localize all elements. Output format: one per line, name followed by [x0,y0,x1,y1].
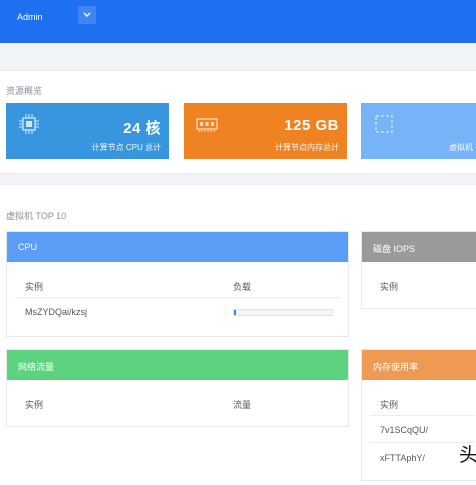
network-col-traffic: 流量 [233,400,252,410]
cpu-top-box: CPU 实例 负载 MsZYDQai/kzsj [6,231,349,337]
cpu-total-label: 计算节点 CPU 总计 [91,143,161,152]
resource-overview-title: 资源概览 [6,86,43,96]
cpu-load-bar [233,309,333,316]
memory-total-card[interactable]: 125 GB 计算节点内存总计 [184,103,347,159]
iops-box-title: 磁盘 IOPS [373,244,416,254]
user-name[interactable]: Admin [17,12,43,22]
memory-box-header: 内存使用率 [362,350,476,380]
network-box-title: 网络流量 [18,362,55,372]
cpu-row-instance[interactable]: MsZYDQai/kzsj [25,307,87,317]
memory-row-instance[interactable]: 7v1SCqQU/ [380,425,428,435]
memory-col-instance: 实例 [380,400,399,410]
cpu-icon [19,114,39,134]
cpu-col-load: 负载 [233,282,252,292]
user-dropdown-button[interactable] [78,6,96,24]
table-divider [370,415,474,416]
iops-col-instance: 实例 [380,282,399,292]
vm-total-card[interactable]: 虚拟机 [361,103,476,159]
iops-top-box: 磁盘 IOPS 实例 [361,231,476,309]
vm-total-label: 虚拟机 [449,143,473,152]
network-top-box: 网络流量 实例 流量 [6,349,349,427]
memory-icon [196,118,218,132]
memory-box-title: 内存使用率 [373,362,419,372]
storage-icon [375,115,393,133]
network-box-header: 网络流量 [7,350,348,380]
top-navbar: Admin [0,0,476,43]
memory-total-label: 计算节点内存总计 [275,143,339,152]
memory-row-instance[interactable]: xFTTAphY/ [380,453,425,463]
cpu-total-card[interactable]: 24 核 计算节点 CPU 总计 [6,103,169,159]
cpu-col-instance: 实例 [25,282,44,292]
cpu-load-fill [234,310,236,315]
memory-total-value: 125 GB [284,117,339,134]
cpu-box-title: CPU [18,242,38,252]
iops-box-header: 磁盘 IOPS [362,232,476,262]
resource-overview-panel: 资源概览 24 核 计算节点 CPU 总计 125 GB 计算节点内存总计 虚拟… [0,70,476,174]
network-col-instance: 实例 [25,400,44,410]
overlay-character: 头 [459,445,476,466]
cpu-box-header: CPU [7,232,348,262]
table-divider [15,297,340,298]
vm-top10-title: 虚拟机 TOP 10 [6,211,67,221]
cpu-total-value: 24 核 [123,120,161,137]
chevron-down-icon [83,12,91,17]
